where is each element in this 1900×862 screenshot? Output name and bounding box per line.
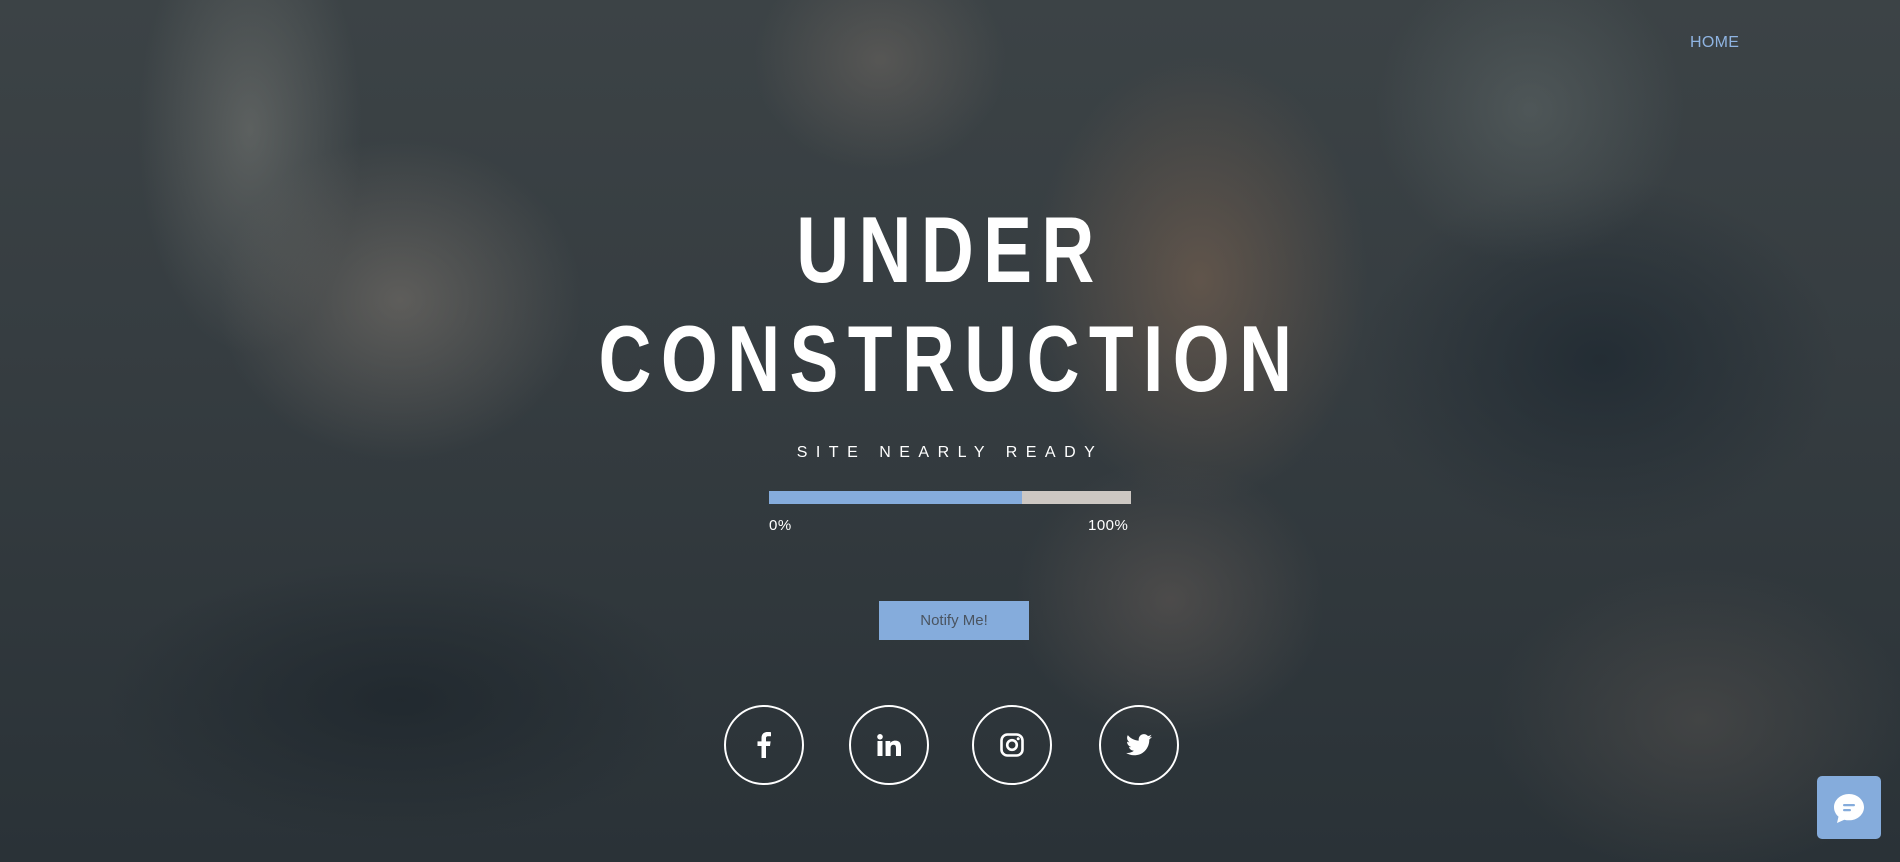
progress-start-label: 0% xyxy=(769,517,792,534)
facebook-icon xyxy=(757,732,771,758)
chat-button[interactable] xyxy=(1817,776,1881,839)
progress-end-label: 100% xyxy=(1088,517,1129,534)
twitter-icon xyxy=(1126,734,1152,756)
facebook-link[interactable] xyxy=(724,705,804,785)
hero-title-line1: UNDER xyxy=(796,197,1104,302)
blurred-background xyxy=(0,0,1900,862)
twitter-link[interactable] xyxy=(1099,705,1179,785)
progress-bar xyxy=(769,491,1131,504)
chat-icon xyxy=(1834,793,1864,823)
nav-home-link[interactable]: HOME xyxy=(1690,34,1739,52)
linkedin-link[interactable] xyxy=(849,705,929,785)
instagram-icon xyxy=(1000,733,1024,757)
instagram-link[interactable] xyxy=(972,705,1052,785)
linkedin-icon xyxy=(877,734,901,756)
progress-fill xyxy=(769,491,1023,504)
notify-me-button[interactable]: Notify Me! xyxy=(879,601,1029,640)
hero-title-line2: CONSTRUCTION xyxy=(598,306,1302,411)
hero-subtitle: SITE NEARLY READY xyxy=(796,444,1104,461)
